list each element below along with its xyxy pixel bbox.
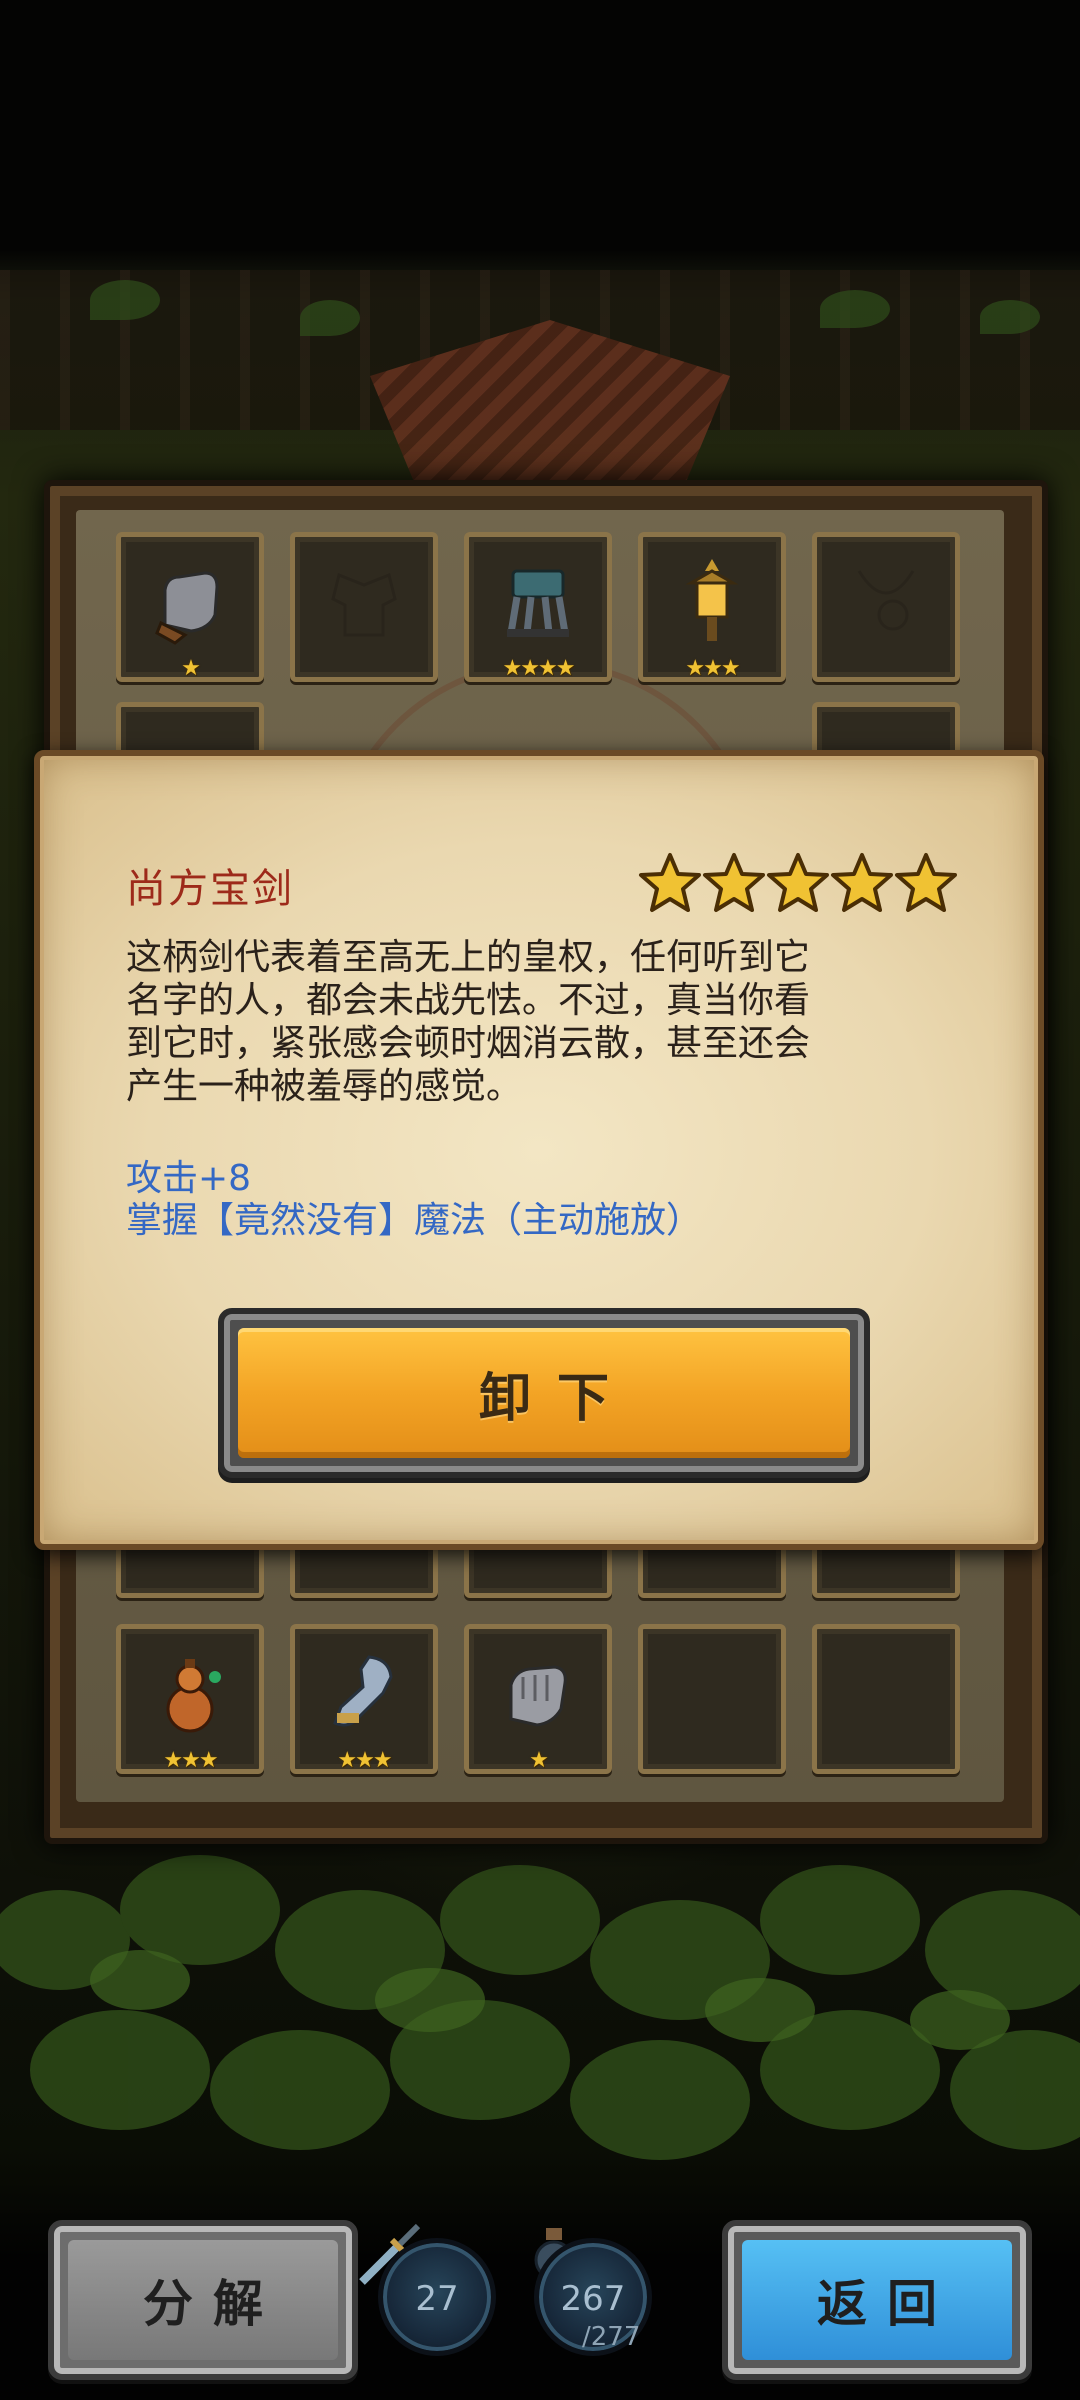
inventory-slot[interactable]: ★ [116,532,264,682]
counter-b-value: 267 [560,2279,626,2319]
inventory-slot[interactable]: ★★★★ [464,532,612,682]
unequip-label: 卸下 [478,1368,635,1429]
gauntlet-icon [509,1665,567,1727]
counter-badge: 27 [378,2238,496,2356]
item-description: 这柄剑代表着至高无上的皇权，任何听到它 名字的人，都会未战先怯。不过，真当你看 … [126,936,966,1108]
item-rating [638,851,958,915]
description-line: 名字的人，都会未战先怯。不过，真当你看 [126,980,811,1021]
item-detail-popup: 尚方宝剑 这柄剑代表着至高无上的皇权，任何听到它 名字的人，都会未战先怯。不过，… [34,750,1044,1550]
decompose-button[interactable]: 分解 [48,2220,358,2380]
unequip-button-face[interactable]: 卸下 [238,1328,850,1458]
item-stars: ★ [529,1748,549,1773]
vine-leaf [820,290,890,328]
vine-leaf [980,300,1040,334]
rating-star-icon [895,853,957,912]
item-stars: ★★★★ [502,656,576,681]
inventory-slot[interactable] [290,532,438,682]
item-stars: ★★★ [163,1748,218,1773]
capacity-max: /277 [582,2322,641,2352]
inventory-slot-empty[interactable] [638,1624,786,1774]
armored-arm-icon [333,1655,393,1727]
rating-star-icon [831,853,893,912]
foliage [0,1855,1080,2160]
decompose-label: 分解 [143,2275,283,2333]
vine-leaf [300,300,360,336]
description-line: 这柄剑代表着至高无上的皇权，任何听到它 [126,937,811,978]
rating-star-icon [703,853,765,912]
lantern-icon [685,559,739,641]
vine-leaf [90,280,160,320]
rating-star-icon [767,853,829,912]
unequip-button[interactable]: 卸下 [218,1308,870,1478]
rating-star-icon [639,853,701,912]
item-stars: ★★★ [685,656,740,681]
description-line: 产生一种被羞辱的感觉。 [126,1066,523,1107]
amulet-silhouette-icon [857,570,915,631]
counter-a-value: 27 [415,2279,459,2319]
inventory-slot[interactable] [812,532,960,682]
inventory-slot[interactable]: ★ [464,1624,612,1774]
item-name: 尚方宝剑 [126,866,294,912]
back-label: 返回 [817,2275,957,2333]
item-stat-magic: 掌握【竟然没有】魔法（主动施放） [126,1200,703,1241]
item-stars: ★ [181,656,201,681]
inventory-slot-empty[interactable] [812,1624,960,1774]
item-stars: ★★★ [337,1748,392,1773]
armor-silhouette-icon [331,572,397,637]
gourd-icon [166,1659,221,1733]
description-line: 到它时，紧张感会顿时烟消云散，甚至还会 [126,1023,811,1064]
inventory-slot[interactable]: ★★★ [638,532,786,682]
back-button[interactable]: 返回 [722,2220,1032,2380]
gauntlet-icon [155,571,219,645]
inventory-slot[interactable]: ★★★ [290,1624,438,1774]
inventory-slot[interactable]: ★★★ [116,1624,264,1774]
mechanical-legs-icon [507,569,569,637]
